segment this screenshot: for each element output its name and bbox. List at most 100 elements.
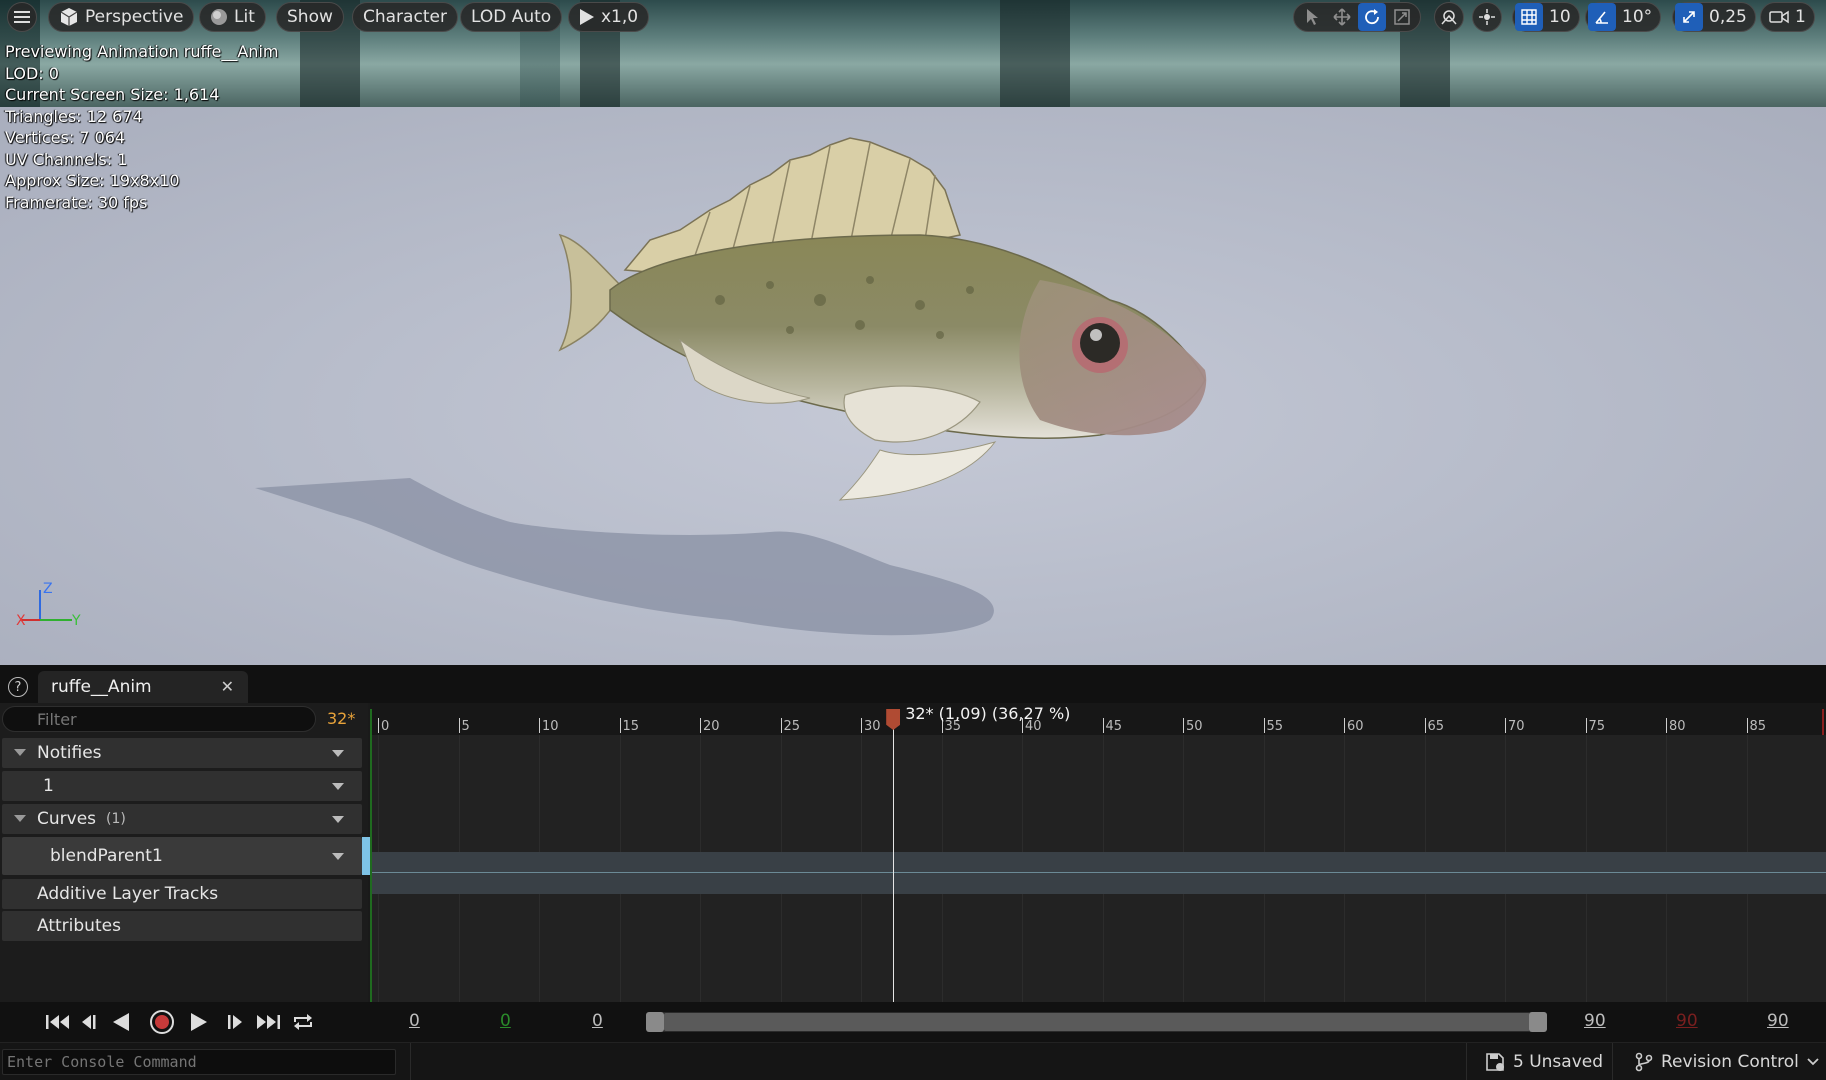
end-marker [1822, 709, 1824, 735]
playback-start-field[interactable]: 0 [592, 1011, 603, 1031]
status-divider [410, 1043, 411, 1080]
select-tool-button[interactable] [1298, 3, 1326, 31]
help-icon[interactable]: ? [8, 677, 28, 697]
step-back-button[interactable] [78, 1011, 100, 1033]
grid-icon [1521, 9, 1537, 25]
play-forward-icon [191, 1013, 207, 1031]
viewport-menu-button[interactable] [7, 2, 37, 32]
curves-dropdown-icon[interactable] [332, 816, 344, 823]
transport-bar: 0 0 0 90 90 90 [0, 1002, 1826, 1042]
camera-icon [1769, 10, 1789, 24]
playback-end-field[interactable]: 90 [1584, 1011, 1606, 1031]
curve-dropdown-icon[interactable] [332, 853, 344, 860]
lod-button[interactable]: LOD Auto [460, 2, 563, 32]
scale-icon [1394, 9, 1410, 25]
ruler-tick-label: 0 [381, 719, 390, 734]
play-speed-button[interactable]: x1,0 [568, 2, 650, 32]
cube-icon [59, 7, 79, 27]
gizmo-x-label: X [16, 613, 26, 629]
play-button[interactable] [188, 1011, 210, 1033]
step-forward-button[interactable] [224, 1011, 246, 1033]
additive-layer-tracks-row[interactable]: Additive Layer Tracks [2, 879, 362, 909]
timeline-ruler[interactable]: 0 5 10 15 20 25 30 35 40 45 50 55 60 65 70 75 80 85 [370, 703, 1826, 735]
filter-input[interactable] [2, 706, 316, 732]
scrollbar-right-handle[interactable] [1529, 1012, 1547, 1032]
scale-tool-button[interactable] [1388, 3, 1416, 31]
play-reverse-icon [113, 1013, 129, 1031]
ruler-tick [861, 718, 862, 733]
stats-screen-size: Current Screen Size: 1,614 [5, 85, 220, 104]
stats-vertices: Vertices: 7 064 [5, 128, 126, 147]
notify-track-row[interactable]: 1 [2, 771, 362, 801]
ruler-tick-label: 10 [542, 719, 559, 734]
stats-approx-size: Approx Size: 19x8x10 [5, 171, 180, 190]
close-icon[interactable]: ✕ [221, 677, 234, 696]
camera-speed-button[interactable]: 1 [1760, 2, 1815, 32]
rotate-tool-button[interactable] [1358, 3, 1386, 31]
rotate-icon [1365, 9, 1379, 25]
show-button[interactable]: Show [276, 2, 344, 32]
notifies-label: Notifies [37, 743, 102, 763]
timeline-scrollbar-thumb[interactable] [664, 1013, 1530, 1031]
unsaved-button[interactable]: 5 Unsaved [1466, 1043, 1610, 1080]
additive-label: Additive Layer Tracks [37, 884, 219, 904]
lit-sphere-icon [210, 8, 228, 26]
curve-name-label: blendParent1 [50, 846, 163, 866]
working-start-field[interactable]: 0 [500, 1011, 511, 1031]
rotation-snap-button[interactable]: 10° [1585, 2, 1662, 32]
attributes-row[interactable]: Attributes [2, 911, 362, 941]
curve-track-row[interactable]: blendParent1 [2, 837, 370, 875]
timeline-track-area[interactable]: 0 5 10 15 20 25 30 35 40 45 50 55 60 65 70 75 80 85 32* (… [370, 703, 1826, 1002]
collapse-arrow-icon[interactable] [14, 815, 26, 822]
view-start-field[interactable]: 0 [409, 1011, 420, 1031]
world-local-button[interactable] [1434, 2, 1464, 32]
perspective-button[interactable]: Perspective [48, 2, 195, 32]
notifies-dropdown-icon[interactable] [332, 750, 344, 757]
ruler-tick-label: 85 [1749, 719, 1767, 734]
tab-ruffe-anim[interactable]: ruffe__Anim ✕ [38, 671, 248, 703]
notify-track-dropdown-icon[interactable] [332, 783, 344, 790]
ruler-tick-label: 5 [461, 719, 470, 734]
skip-to-end-button[interactable] [254, 1011, 282, 1033]
skip-to-end-icon [257, 1015, 280, 1029]
scale-snap-button[interactable]: 0,25 [1672, 2, 1756, 32]
ruler-tick [1666, 718, 1667, 733]
ruler-tick-label: 80 [1669, 719, 1686, 734]
collapse-arrow-icon[interactable] [14, 749, 26, 756]
curve-color-swatch [362, 837, 370, 875]
gizmo-y-label: Y [71, 613, 81, 629]
curves-header[interactable]: Curves (1) [2, 804, 362, 834]
loop-button[interactable] [290, 1011, 316, 1033]
scale-snap-value: 0,25 [1709, 7, 1747, 27]
record-icon [150, 1010, 174, 1034]
playhead-line[interactable] [893, 723, 895, 1002]
notifies-header[interactable]: Notifies [2, 738, 362, 768]
working-end-field[interactable]: 90 [1676, 1011, 1698, 1031]
translate-tool-button[interactable] [1328, 3, 1356, 31]
grid-snap-button[interactable]: 10 [1512, 2, 1580, 32]
globe-icon [1441, 10, 1457, 25]
ruler-tick [1505, 718, 1506, 733]
character-button[interactable]: Character [352, 2, 458, 32]
revision-control-button[interactable]: Revision Control [1612, 1043, 1826, 1080]
viewport[interactable]: Perspective Lit Show Character LOD Auto … [0, 0, 1826, 665]
surface-snap-button[interactable] [1472, 2, 1502, 32]
ruler-tick [780, 718, 782, 733]
ruler-tick-label: 25 [783, 719, 801, 734]
console-command-input[interactable] [2, 1049, 396, 1075]
scrollbar-left-handle[interactable] [646, 1012, 664, 1032]
view-end-field[interactable]: 90 [1767, 1011, 1789, 1031]
play-icon [579, 8, 595, 26]
lit-button[interactable]: Lit [199, 2, 266, 32]
skip-to-start-button[interactable] [44, 1011, 72, 1033]
play-reverse-button[interactable] [110, 1011, 132, 1033]
current-frame-indicator: 32* [327, 709, 356, 728]
revision-label: Revision Control [1661, 1052, 1799, 1072]
ruler-tick [1344, 718, 1345, 733]
ruler-tick-label: 30 [864, 719, 881, 734]
stats-triangles: Triangles: 12 674 [5, 106, 143, 126]
record-button[interactable] [149, 1010, 175, 1034]
loop-icon [294, 1014, 312, 1030]
stats-lod: LOD: 0 [5, 63, 59, 83]
curve-track-band[interactable] [370, 852, 1826, 894]
